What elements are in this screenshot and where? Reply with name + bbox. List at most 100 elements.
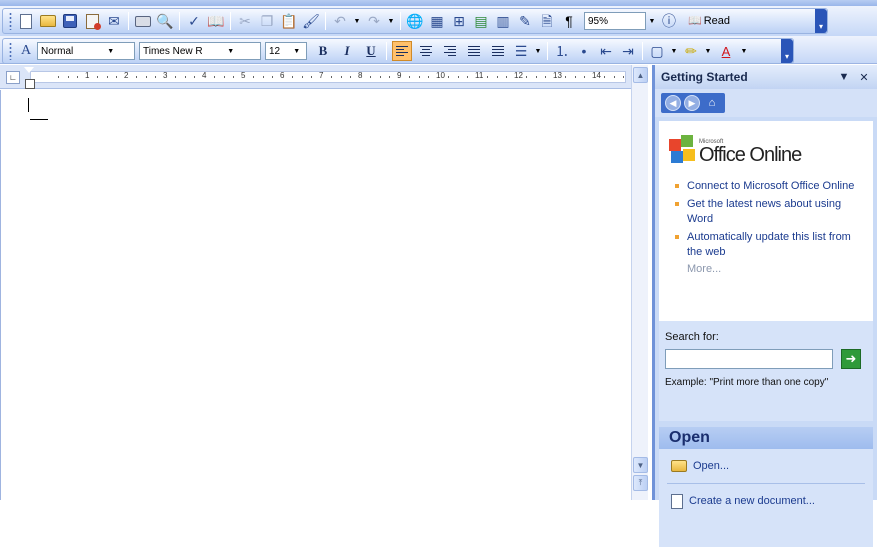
document-page[interactable] bbox=[0, 90, 630, 500]
back-icon[interactable]: ◀ bbox=[665, 95, 681, 111]
increase-indent-icon[interactable]: ⇥ bbox=[618, 41, 638, 61]
font-combo[interactable]: Times New Roman ▼ bbox=[139, 42, 261, 60]
align-center-button[interactable] bbox=[416, 41, 436, 61]
permission-icon[interactable] bbox=[82, 11, 102, 31]
show-hide-icon[interactable]: ¶ bbox=[559, 11, 579, 31]
undo-dropdown-icon[interactable]: ▼ bbox=[351, 13, 363, 29]
document-map-icon[interactable]: 🗎 bbox=[537, 11, 557, 31]
justify-button[interactable] bbox=[464, 41, 484, 61]
insert-excel-icon[interactable]: ▤ bbox=[471, 11, 491, 31]
link-latest-news[interactable]: Get the latest news about using Word bbox=[675, 197, 867, 227]
redo-dropdown-icon[interactable]: ▼ bbox=[385, 13, 397, 29]
vertical-scrollbar[interactable]: ▲ ▼ ⤒ bbox=[631, 65, 648, 500]
home-icon[interactable]: ⌂ bbox=[703, 95, 721, 111]
line-spacing-icon[interactable]: ☰ bbox=[511, 41, 531, 61]
align-right-button[interactable] bbox=[440, 41, 460, 61]
open-link-label: Open... bbox=[693, 460, 730, 472]
highlight-dropdown-icon[interactable]: ▼ bbox=[702, 43, 714, 59]
close-icon[interactable]: ✕ bbox=[857, 71, 871, 84]
font-color-button[interactable]: A bbox=[716, 41, 736, 61]
decrease-indent-icon[interactable]: ⇤ bbox=[596, 41, 616, 61]
search-label: Search for: bbox=[665, 331, 719, 343]
bold-button[interactable]: B bbox=[313, 41, 333, 61]
numbering-icon[interactable]: ⒈ bbox=[552, 41, 572, 61]
print-preview-icon[interactable]: 🔍 bbox=[155, 11, 175, 31]
search-go-icon[interactable]: ➜ bbox=[841, 349, 861, 369]
line-spacing-dropdown-icon[interactable]: ▼ bbox=[532, 43, 544, 59]
chevron-down-icon: ▼ bbox=[293, 47, 301, 55]
email-icon[interactable]: ✉ bbox=[104, 11, 124, 31]
ruler-number: 9 bbox=[397, 71, 402, 80]
tables-borders-icon[interactable]: ▦ bbox=[427, 11, 447, 31]
tab-selector-icon[interactable]: ∟ bbox=[6, 71, 20, 84]
scroll-up-icon[interactable]: ▲ bbox=[633, 67, 648, 83]
toolbar-options-icon[interactable]: ▾ bbox=[781, 39, 793, 63]
toolbar-options-icon[interactable]: ▾ bbox=[815, 9, 827, 33]
open-link[interactable]: Open... bbox=[659, 449, 873, 483]
office-online-logo: Microsoft Office Online bbox=[669, 129, 863, 165]
create-new-document-link[interactable]: Create a new document... bbox=[659, 484, 873, 518]
open-folder-icon[interactable] bbox=[38, 11, 58, 31]
align-left-icon bbox=[396, 46, 408, 56]
toolbar-grip[interactable] bbox=[9, 12, 12, 30]
indent-marker-icon[interactable] bbox=[24, 67, 35, 89]
copy-icon[interactable]: ❐ bbox=[257, 11, 277, 31]
ruler-tick bbox=[262, 76, 264, 78]
previous-page-icon[interactable]: ⤒ bbox=[633, 475, 648, 491]
ruler-tick bbox=[369, 76, 371, 78]
redo-icon[interactable]: ↷ bbox=[364, 11, 384, 31]
ruler-tick bbox=[496, 76, 498, 78]
ruler-tick bbox=[57, 76, 59, 78]
style-combo[interactable]: Normal ▼ bbox=[37, 42, 135, 60]
align-left-button[interactable] bbox=[392, 41, 412, 61]
print-icon[interactable] bbox=[133, 11, 153, 31]
borders-icon[interactable]: ▢ bbox=[647, 41, 667, 61]
paste-icon[interactable]: 📋 bbox=[279, 11, 299, 31]
cut-icon[interactable]: ✂ bbox=[235, 11, 255, 31]
forward-icon[interactable]: ▶ bbox=[684, 95, 700, 111]
link-auto-update[interactable]: Automatically update this list from the … bbox=[675, 230, 867, 260]
insert-table-icon[interactable]: ⊞ bbox=[449, 11, 469, 31]
help-icon[interactable]: ⓘ bbox=[659, 11, 679, 31]
italic-button[interactable]: I bbox=[337, 41, 357, 61]
style-value: Normal bbox=[41, 45, 74, 57]
zoom-combo[interactable]: 95% bbox=[584, 12, 646, 30]
columns-icon[interactable]: ▥ bbox=[493, 11, 513, 31]
ruler-number: 10 bbox=[436, 71, 445, 80]
format-painter-icon[interactable]: 🖌 bbox=[301, 11, 321, 31]
ruler-tick bbox=[311, 76, 313, 78]
read-button[interactable]: 📖 Read bbox=[684, 11, 734, 31]
ruler-tick bbox=[233, 76, 235, 78]
ruler-tick bbox=[223, 76, 225, 78]
highlight-icon[interactable]: ✏ bbox=[681, 41, 701, 61]
new-document-icon[interactable] bbox=[16, 11, 36, 31]
horizontal-ruler[interactable]: ∟ 1 2 3 4 5 6 7 8 9 10 11 12 13 14 bbox=[0, 65, 632, 89]
font-size-combo[interactable]: 12 ▼ bbox=[265, 42, 307, 60]
toolbar-grip[interactable] bbox=[9, 42, 12, 60]
standard-toolbar: ✉ 🔍 ✓ 📖 ✂ ❐ 📋 🖌 ↶ ▼ ↷ ▼ 🌐 ▦ ⊞ ▤ ▥ ✎ 🗎 ¶ … bbox=[2, 8, 828, 34]
separator bbox=[128, 12, 129, 30]
borders-dropdown-icon[interactable]: ▼ bbox=[668, 43, 680, 59]
underline-button[interactable]: U bbox=[361, 41, 381, 61]
office-online-card: Microsoft Office Online Connect to Micro… bbox=[659, 121, 873, 321]
link-connect-office-online[interactable]: Connect to Microsoft Office Online bbox=[675, 179, 867, 194]
hyperlink-icon[interactable]: 🌐 bbox=[405, 11, 425, 31]
undo-icon[interactable]: ↶ bbox=[330, 11, 350, 31]
drawing-icon[interactable]: ✎ bbox=[515, 11, 535, 31]
ruler-tick bbox=[418, 76, 420, 78]
research-icon[interactable]: 📖 bbox=[206, 11, 226, 31]
zoom-dropdown-icon[interactable]: ▼ bbox=[646, 13, 658, 29]
standard-toolbar-row: ✉ 🔍 ✓ 📖 ✂ ❐ 📋 🖌 ↶ ▼ ↷ ▼ 🌐 ▦ ⊞ ▤ ▥ ✎ 🗎 ¶ … bbox=[0, 6, 877, 36]
styles-formatting-icon[interactable]: A bbox=[16, 41, 36, 61]
scroll-down-icon[interactable]: ▼ bbox=[633, 457, 648, 473]
task-pane-menu-icon[interactable]: ▼ bbox=[837, 71, 851, 83]
ruler-number: 6 bbox=[280, 71, 285, 80]
ruler-number: 8 bbox=[358, 71, 363, 80]
bullets-icon[interactable]: • bbox=[574, 41, 594, 61]
more-link[interactable]: More... bbox=[669, 263, 863, 275]
spelling-icon[interactable]: ✓ bbox=[184, 11, 204, 31]
font-color-dropdown-icon[interactable]: ▼ bbox=[738, 43, 750, 59]
distributed-button[interactable] bbox=[488, 41, 508, 61]
search-input[interactable] bbox=[665, 349, 833, 369]
save-icon[interactable] bbox=[60, 11, 80, 31]
